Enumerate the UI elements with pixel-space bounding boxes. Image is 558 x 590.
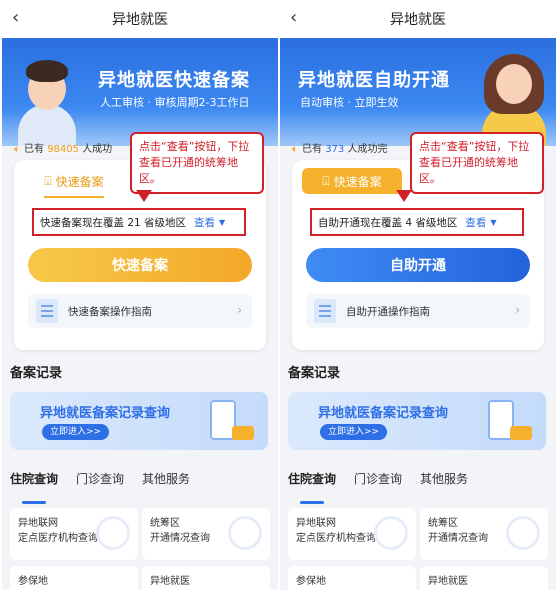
banner-subtitle: 自动审核 · 立即生效 [300,96,399,109]
filing-icon: ⍗ [322,173,330,188]
woman-phone-illustration [206,398,254,444]
coverage-row: 自助开通现在覆盖 4 省级地区 查看 ▼ [310,208,524,236]
operation-guide-link[interactable]: 快速备案操作指南 › [28,294,252,328]
record-query-title: 异地就医备案记录查询 [318,406,449,421]
tab-fast-filing[interactable]: ⍗ 快速备案 [24,168,124,194]
coverage-text: 快速备案现在覆盖 21 省级地区 [40,216,187,229]
chevron-left-icon[interactable]: ‹ [290,8,297,28]
tab-fast-filing[interactable]: ⍗ 快速备案 [302,168,402,194]
notice-suffix: 人成功 [82,144,113,155]
tab-underline [44,196,104,198]
success-count: 373 [325,144,345,155]
document-icon [36,299,58,323]
chevron-left-icon[interactable]: ‹ [12,8,19,28]
operation-guide-link[interactable]: 自助开通操作指南 › [306,294,530,328]
guide-label: 自助开通操作指南 [346,305,430,318]
page-title: 异地就医 [390,12,446,28]
chevron-right-icon: › [515,303,520,317]
success-count: 98405 [47,144,79,155]
service-card-region-query[interactable]: 统筹区 开通情况查询 [420,508,548,560]
notice-prefix: 已有 [302,144,322,155]
chevron-right-icon: › [237,303,242,317]
view-dropdown-button[interactable]: 查看 [194,215,215,230]
tab-inpatient-query[interactable]: 住院查询 [288,470,336,504]
enter-now-button[interactable]: 立即进入>> [320,424,388,440]
tab-outpatient-query[interactable]: 门诊查询 [76,470,124,498]
tab-label: 快速备案 [55,174,104,189]
callout-pointer [396,190,412,202]
success-notice: 🔈︎ 已有 373 人成功完 [292,140,387,155]
nav-bar: ‹ 异地就医 [2,0,278,38]
tab-inpatient-query[interactable]: 住院查询 [10,470,58,504]
view-dropdown-button[interactable]: 查看 [465,215,486,230]
record-query-banner[interactable]: 异地就医备案记录查询 立即进入>> [10,392,268,450]
hero-banner: 异地就医快速备案 人工审核 · 审核周期2-3工作日 [2,38,278,146]
banner-title: 异地就医快速备案 [98,70,250,91]
record-query-title: 异地就医备案记录查询 [40,406,171,421]
service-card-remote-care[interactable]: 异地就医 [420,566,548,590]
service-line1: 异地就医 [428,576,468,587]
hospital-icon [96,516,130,550]
comparison-screens: ‹ 异地就医 异地就医快速备案 人工审核 · 审核周期2-3工作日 🔈︎ 已有 9… [0,0,558,590]
nav-bar: ‹ 异地就医 [280,0,556,38]
page-title: 异地就医 [112,12,168,28]
notice-prefix: 已有 [24,144,44,155]
callout-annotation: 点击“查看”按钮，下拉查看已开通的统筹地区。 [410,132,544,194]
man-illustration [12,54,82,146]
caret-down-icon[interactable]: ▼ [219,218,225,227]
service-card-hospital-query[interactable]: 异地联网 定点医疗机构查询 [10,508,138,560]
enter-now-button[interactable]: 立即进入>> [42,424,110,440]
coverage-text: 自助开通现在覆盖 4 省级地区 [318,216,458,229]
tab-other-services[interactable]: 其他服务 [420,470,468,498]
filing-icon: ⍗ [44,173,52,188]
hospital-icon [374,516,408,550]
tab-other-services[interactable]: 其他服务 [142,470,190,498]
records-section-title: 备案记录 [288,366,341,381]
service-card-remote-care[interactable]: 异地就医 [142,566,270,590]
service-card-region-query[interactable]: 统筹区 开通情况查询 [142,508,270,560]
phone-screen-fast-filing: ‹ 异地就医 异地就医快速备案 人工审核 · 审核周期2-3工作日 🔈︎ 已有 9… [2,0,278,590]
service-line1: 参保地 [18,576,48,587]
fast-filing-button[interactable]: 快速备案 [28,248,252,282]
banner-subtitle: 人工审核 · 审核周期2-3工作日 [100,96,250,109]
document-icon [314,299,336,323]
location-icon [228,516,262,550]
caret-down-icon[interactable]: ▼ [490,218,496,227]
banner-title: 异地就医自助开通 [298,70,450,91]
guide-label: 快速备案操作指南 [68,305,152,318]
service-card-insured-place[interactable]: 参保地 [10,566,138,590]
service-line1: 异地就医 [150,576,190,587]
hero-banner: 异地就医自助开通 自动审核 · 立即生效 [280,38,556,146]
coverage-row: 快速备案现在覆盖 21 省级地区 查看 ▼ [32,208,246,236]
self-service-button[interactable]: 自助开通 [306,248,530,282]
tab-outpatient-query[interactable]: 门诊查询 [354,470,402,498]
phone-screen-self-service: ‹ 异地就医 异地就医自助开通 自动审核 · 立即生效 🔈︎ 已有 373 人成功… [280,0,556,590]
service-card-insured-place[interactable]: 参保地 [288,566,416,590]
callout-annotation: 点击“查看”按钮，下拉查看已开通的统筹地区。 [130,132,264,194]
speaker-icon: 🔈︎ [14,144,20,155]
location-icon [506,516,540,550]
record-query-banner[interactable]: 异地就医备案记录查询 立即进入>> [288,392,546,450]
woman-phone-illustration [484,398,532,444]
notice-suffix: 人成功完 [347,144,388,155]
tab-label: 快速备案 [333,174,382,189]
callout-pointer [136,190,152,202]
records-section-title: 备案记录 [10,366,63,381]
service-tabs: 住院查询 门诊查询 其他服务 [288,470,548,504]
service-line1: 参保地 [296,576,326,587]
service-tabs: 住院查询 门诊查询 其他服务 [10,470,270,504]
speaker-icon: 🔈︎ [292,144,298,155]
service-card-hospital-query[interactable]: 异地联网 定点医疗机构查询 [288,508,416,560]
success-notice: 🔈︎ 已有 98405 人成功 [14,140,112,155]
